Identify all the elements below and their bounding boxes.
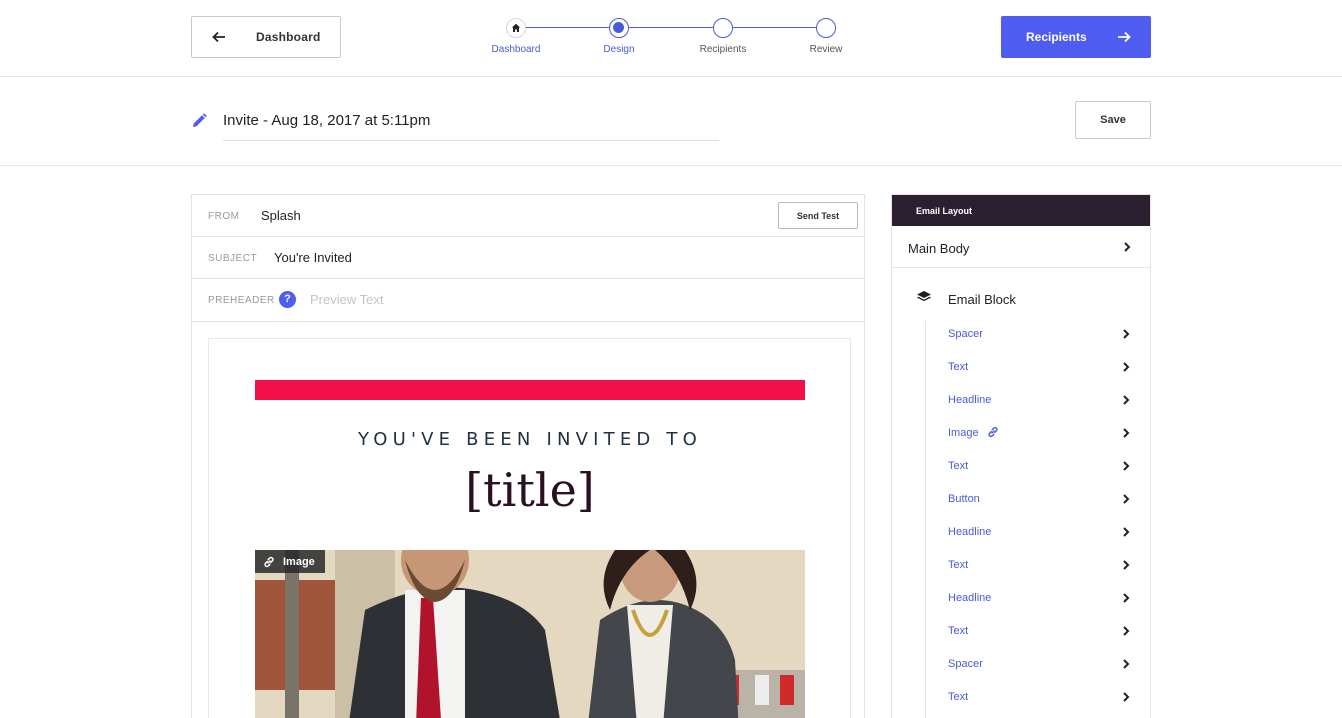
arrow-left-icon [212,31,225,43]
invited-headline[interactable]: YOU'VE BEEN INVITED TO [255,429,805,450]
subject-label: SUBJECT [208,253,258,264]
step-label: Dashboard [491,44,541,55]
help-icon[interactable]: ? [279,291,296,308]
tree-line [925,321,926,718]
step-dashboard[interactable]: Dashboard [476,16,556,55]
chevron-right-icon [1123,428,1130,438]
step-dot-dashboard [506,18,526,38]
layout-item-label: Text [948,625,969,637]
save-button-label: Save [1100,114,1126,126]
link-icon [264,556,274,568]
layout-item-label: Headline [948,526,992,538]
chevron-right-icon [1123,593,1130,603]
layout-item-text[interactable]: Text [932,355,1142,379]
layout-item-text[interactable]: Text [932,619,1142,643]
hero-photo [255,550,805,718]
send-test-button[interactable]: Send Test [778,202,858,229]
hero-image[interactable]: Image [255,550,805,718]
subject-value[interactable]: You're Invited [274,250,352,265]
layout-item-headline[interactable]: Headline [932,586,1142,610]
header-accent-bar[interactable] [255,380,805,400]
step-label: Design [603,44,635,55]
preheader-input[interactable]: Preview Text [310,292,383,307]
layout-item-text[interactable]: Text [932,553,1142,577]
title-bar: Save [0,77,1342,166]
email-block-heading[interactable]: Email Block [892,288,1150,312]
layout-item-image[interactable]: Image [932,421,1142,445]
arrow-right-icon [1118,31,1131,43]
from-label: FROM [208,211,240,222]
layout-item-spacer[interactable]: Spacer [932,652,1142,676]
main-body-label: Main Body [908,241,970,256]
layout-item-label: Headline [948,394,992,406]
save-button[interactable]: Save [1075,101,1151,139]
step-dot-recipients [713,18,733,38]
email-layout-panel: Email Layout Main Body Email Block Space… [891,194,1151,718]
subject-row: SUBJECT You're Invited [192,237,864,279]
back-to-dashboard-button[interactable]: Dashboard [191,16,341,58]
image-block-tag[interactable]: Image [255,550,325,573]
layout-item-text[interactable]: Text [932,454,1142,478]
layout-item-spacer[interactable]: Spacer [932,322,1142,346]
preheader-label: PREHEADER [208,295,275,306]
chevron-right-icon [1123,560,1130,570]
pencil-icon [193,113,207,127]
panel-header-label: Email Layout [916,206,973,216]
image-tag-label: Image [283,556,315,568]
chevron-right-icon [1123,494,1130,504]
layout-item-label: Spacer [948,658,983,670]
chevron-right-icon [1123,626,1130,636]
step-label: Recipients [699,44,747,55]
chevron-right-icon [1123,692,1130,702]
layout-item-button[interactable]: Button [932,487,1142,511]
layout-item-label: Spacer [948,328,983,340]
send-test-label: Send Test [796,211,840,221]
chevron-right-icon [1123,362,1130,372]
layout-item-label: Text [948,361,969,373]
campaign-title-input[interactable] [223,110,719,141]
layout-item-label: Image [948,427,979,439]
next-recipients-button[interactable]: Recipients [1001,16,1151,58]
layout-item-label: Text [948,559,969,571]
email-editor: FROM Splash Send Test SUBJECT You're Inv… [191,194,865,718]
chevron-right-icon [1123,395,1130,405]
back-button-label: Dashboard [256,30,321,44]
step-design[interactable]: Design [579,16,659,55]
chevron-right-icon [1124,242,1131,252]
from-value[interactable]: Splash [261,208,301,223]
step-recipients[interactable]: Recipients [683,16,763,55]
layout-item-headline[interactable]: Headline [932,388,1142,412]
step-label: Review [809,44,843,55]
step-dot-design [609,18,629,38]
step-review[interactable]: Review [786,16,866,55]
progress-stepper: Dashboard Design Recipients Review [480,16,860,66]
link-icon [988,426,998,438]
layout-item-label: Button [948,493,980,505]
chevron-right-icon [1123,527,1130,537]
layout-item-label: Text [948,460,969,472]
chevron-right-icon [1123,461,1130,471]
home-icon [511,23,521,32]
chevron-right-icon [1123,659,1130,669]
chevron-right-icon [1123,329,1130,339]
layout-item-label: Text [948,691,969,703]
email-block-label: Email Block [948,292,1016,307]
top-bar: Dashboard Dashboard Design Recipients Re… [0,0,1342,77]
event-title[interactable]: [title] [255,463,805,517]
panel-header: Email Layout [892,195,1150,226]
preheader-row: PREHEADER ? Preview Text [192,279,864,322]
email-preview-canvas: YOU'VE BEEN INVITED TO [title] Image [208,338,851,718]
step-dot-review [816,18,836,38]
layout-item-text[interactable]: Text [932,685,1142,709]
stepper-line [516,27,828,28]
main-body-item[interactable]: Main Body [892,226,1150,268]
layers-icon [917,291,931,302]
layout-item-headline[interactable]: Headline [932,520,1142,544]
next-button-label: Recipients [1026,30,1087,44]
from-row: FROM Splash Send Test [192,195,864,237]
layout-item-label: Headline [948,592,992,604]
